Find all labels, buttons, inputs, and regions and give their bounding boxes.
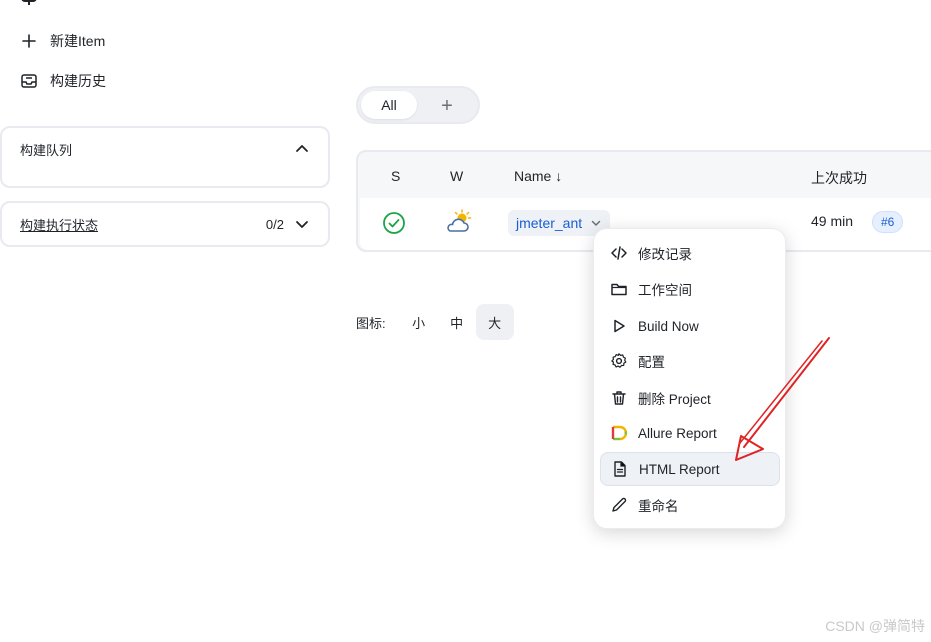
executor-status-panel: 构建执行状态 0/2 <box>0 201 330 247</box>
menu-item-label: 配置 <box>638 355 665 370</box>
icon-size-label: 图标: <box>356 315 386 331</box>
header-status[interactable]: S <box>391 168 400 184</box>
menu-item-label: 删除 Project <box>638 392 711 407</box>
new-item-link[interactable]: 新建Item <box>20 31 105 51</box>
folder-icon <box>611 283 627 296</box>
icon-size-selector: 图标: 小 中 大 <box>356 304 514 340</box>
menu-item-label: 修改记录 <box>638 247 692 262</box>
icon-size-small[interactable]: 小 <box>400 304 438 340</box>
menu-item-label: Build Now <box>638 318 699 334</box>
dashboard-icon <box>21 0 37 5</box>
menu-item-allure-report[interactable]: Allure Report <box>600 416 780 450</box>
build-number-badge[interactable]: #6 <box>872 211 904 233</box>
build-history-link[interactable]: 构建历史 <box>20 71 106 91</box>
view-tabs: All + <box>356 86 480 124</box>
menu-item-workspace[interactable]: 工作空间 <box>600 272 780 306</box>
header-weather[interactable]: W <box>450 168 463 184</box>
job-name[interactable]: jmeter_ant <box>516 215 582 231</box>
menu-item-label: 重命名 <box>638 499 679 514</box>
executor-status-header[interactable]: 构建执行状态 0/2 <box>2 203 328 245</box>
success-status-icon <box>383 212 405 234</box>
menu-item-changes[interactable]: 修改记录 <box>600 236 780 270</box>
trash-icon <box>612 391 626 405</box>
menu-item-delete-project[interactable]: 删除 Project <box>600 381 780 415</box>
tab-all[interactable]: All <box>361 91 417 119</box>
menu-item-configure[interactable]: 配置 <box>600 344 780 378</box>
menu-item-rename[interactable]: 重命名 <box>600 488 780 522</box>
header-name[interactable]: Name ↓ <box>514 168 562 184</box>
watermark: CSDN @弹简特 <box>825 618 925 634</box>
gear-icon <box>611 353 627 368</box>
pencil-icon <box>612 497 627 512</box>
add-view-button[interactable]: + <box>436 95 458 117</box>
executor-status-title[interactable]: 构建执行状态 <box>20 215 98 234</box>
last-success-time: 49 min <box>811 213 854 229</box>
menu-item-label: Allure Report <box>638 425 717 441</box>
executor-count: 0/2 <box>265 216 284 232</box>
menu-item-html-report[interactable]: HTML Report <box>600 452 780 486</box>
chevron-down-icon[interactable] <box>590 217 602 229</box>
icon-size-large[interactable]: 大 <box>475 304 514 340</box>
build-queue-panel: 构建队列 <box>0 126 330 188</box>
allure-icon <box>611 425 628 441</box>
job-context-menu: 修改记录 工作空间 Build Now 配置 删除 Project Allure… <box>593 228 786 529</box>
build-queue-header[interactable]: 构建队列 <box>2 128 328 170</box>
plus-icon <box>22 34 36 48</box>
inbox-icon <box>21 74 37 88</box>
document-icon <box>614 461 626 477</box>
play-icon <box>614 319 625 333</box>
menu-item-label: 工作空间 <box>638 283 692 298</box>
new-item-label: 新建Item <box>50 33 106 49</box>
menu-item-build-now[interactable]: Build Now <box>600 309 780 343</box>
menu-item-label: HTML Report <box>639 461 720 477</box>
build-history-label: 构建历史 <box>50 73 106 89</box>
code-icon <box>611 246 627 260</box>
header-last-success[interactable]: 上次成功 <box>811 168 867 188</box>
weather-partly-sunny-icon <box>447 209 472 232</box>
icon-size-medium[interactable]: 中 <box>438 304 476 340</box>
job-link-jmeter-ant[interactable]: jmeter_ant <box>508 210 611 236</box>
chevron-down-icon[interactable] <box>294 216 310 232</box>
chevron-up-icon[interactable] <box>294 141 310 157</box>
build-queue-title: 构建队列 <box>20 142 73 158</box>
